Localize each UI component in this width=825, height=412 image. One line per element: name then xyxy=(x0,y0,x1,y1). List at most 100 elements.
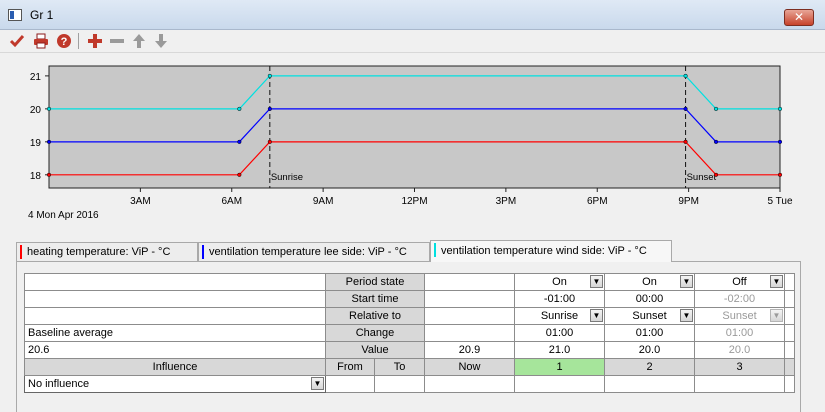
data-point xyxy=(237,139,242,144)
dropdown-arrow-icon[interactable]: ▼ xyxy=(590,309,603,322)
x-tick-label: 9AM xyxy=(313,196,334,207)
dropdown-arrow-icon[interactable]: ▼ xyxy=(680,275,693,288)
select-value: On xyxy=(552,276,567,288)
period-settings-table: Period state On ▼ On ▼ Off ▼ Start time -01… xyxy=(24,273,795,393)
select-value: No influence xyxy=(28,378,90,390)
tab-ventilation-lee-side[interactable]: ventilation temperature lee side: ViP - … xyxy=(198,242,430,261)
period-3-state-select[interactable]: Off ▼ xyxy=(694,273,785,291)
baseline-value: 20.6 xyxy=(24,341,326,359)
add-icon[interactable] xyxy=(86,32,104,50)
dropdown-arrow-icon[interactable]: ▼ xyxy=(680,309,693,322)
plot-area xyxy=(48,65,781,189)
data-point xyxy=(267,73,272,78)
x-tick-label: 5 Tue xyxy=(767,196,792,207)
data-point xyxy=(713,139,719,144)
influence-from[interactable] xyxy=(325,375,375,393)
period-2-start-time[interactable]: 00:00 xyxy=(604,290,695,308)
window-icon xyxy=(8,9,22,21)
to-header: To xyxy=(374,358,425,376)
influence-select[interactable]: No influence ▼ xyxy=(24,375,326,393)
data-point xyxy=(777,139,783,144)
influence-period-2 xyxy=(604,375,695,393)
period-1-start-time[interactable]: -01:00 xyxy=(514,290,605,308)
now-header: Now xyxy=(424,358,515,376)
period-2-value[interactable]: 20.0 xyxy=(604,341,695,359)
data-point xyxy=(267,106,272,111)
from-header: From xyxy=(325,358,375,376)
period-2-state-select[interactable]: On ▼ xyxy=(604,273,695,291)
data-point xyxy=(46,106,52,111)
arrow-down-icon[interactable] xyxy=(152,32,170,50)
period-2-change[interactable]: 01:00 xyxy=(604,324,695,342)
title-bar: Gr 1 ✕ xyxy=(0,0,825,30)
empty-cell xyxy=(784,273,795,291)
empty-cell xyxy=(784,341,795,359)
empty-cell xyxy=(424,307,515,325)
data-point xyxy=(713,106,719,111)
influence-to[interactable] xyxy=(374,375,425,393)
period-3-relative-select[interactable]: Sunset ▼ xyxy=(694,307,785,325)
printer-icon[interactable] xyxy=(32,32,50,50)
period-3-value[interactable]: 20.0 xyxy=(694,341,785,359)
window-title: Gr 1 xyxy=(30,8,54,22)
period-1-state-select[interactable]: On ▼ xyxy=(514,273,605,291)
dropdown-arrow-icon[interactable]: ▼ xyxy=(590,275,603,288)
tab-ventilation-wind-side[interactable]: ventilation temperature wind side: ViP -… xyxy=(430,240,672,262)
svg-text:?: ? xyxy=(61,36,68,48)
toolbar-separator xyxy=(78,33,79,49)
arrow-up-icon[interactable] xyxy=(130,32,148,50)
dropdown-arrow-icon[interactable]: ▼ xyxy=(311,377,324,390)
influence-header: Influence xyxy=(24,358,326,376)
influence-period-3 xyxy=(694,375,785,393)
x-tick-label: 3AM xyxy=(130,196,151,207)
empty-cell xyxy=(424,324,515,342)
y-tick-label: 21 xyxy=(30,72,42,83)
series-color-swatch xyxy=(434,243,436,257)
tab-label: ventilation temperature lee side: ViP - … xyxy=(209,246,407,258)
x-tick-label: 3PM xyxy=(496,196,517,207)
data-point xyxy=(683,139,688,144)
period-3-change[interactable]: 01:00 xyxy=(694,324,785,342)
tab-label: heating temperature: ViP - °C xyxy=(27,246,171,258)
change-label: Change xyxy=(325,324,425,342)
data-point xyxy=(713,172,719,177)
x-tick-label: 9PM xyxy=(678,196,699,207)
empty-cell xyxy=(24,307,326,325)
series-color-swatch xyxy=(202,245,204,259)
baseline-label: Baseline average xyxy=(24,324,326,342)
relative-to-label: Relative to xyxy=(325,307,425,325)
date-label: 4 Mon Apr 2016 xyxy=(28,210,99,221)
data-point xyxy=(683,106,688,111)
period-2-relative-select[interactable]: Sunset ▼ xyxy=(604,307,695,325)
period-1-change[interactable]: 01:00 xyxy=(514,324,605,342)
period-1-relative-select[interactable]: Sunrise ▼ xyxy=(514,307,605,325)
close-button[interactable]: ✕ xyxy=(784,9,814,26)
empty-cell xyxy=(784,324,795,342)
period-1-value[interactable]: 21.0 xyxy=(514,341,605,359)
period-3-header[interactable]: 3 xyxy=(694,358,785,376)
select-value: Sunset xyxy=(632,310,667,322)
dropdown-arrow-icon[interactable]: ▼ xyxy=(770,275,783,288)
checkmark-icon[interactable] xyxy=(8,32,26,50)
period-1-header[interactable]: 1 xyxy=(514,358,605,376)
period-2-header[interactable]: 2 xyxy=(604,358,695,376)
start-time-label: Start time xyxy=(325,290,425,308)
x-tick-label: 6PM xyxy=(587,196,608,207)
empty-cell xyxy=(24,290,326,308)
data-point xyxy=(267,139,272,144)
event-marker-label: Sunrise xyxy=(271,172,303,183)
data-point xyxy=(46,172,52,177)
tab-heating-temperature[interactable]: heating temperature: ViP - °C xyxy=(16,242,198,261)
data-point xyxy=(777,172,783,177)
help-icon[interactable]: ? xyxy=(55,32,73,50)
empty-cell xyxy=(424,273,515,291)
data-point xyxy=(237,106,242,111)
select-value: Sunset xyxy=(722,310,757,322)
select-value: On xyxy=(642,276,657,288)
empty-cell xyxy=(784,375,795,393)
tab-label: ventilation temperature wind side: ViP -… xyxy=(441,245,647,257)
empty-cell xyxy=(24,273,326,291)
dropdown-arrow-icon[interactable]: ▼ xyxy=(770,309,783,322)
period-3-start-time[interactable]: -02:00 xyxy=(694,290,785,308)
remove-icon[interactable] xyxy=(108,32,126,50)
